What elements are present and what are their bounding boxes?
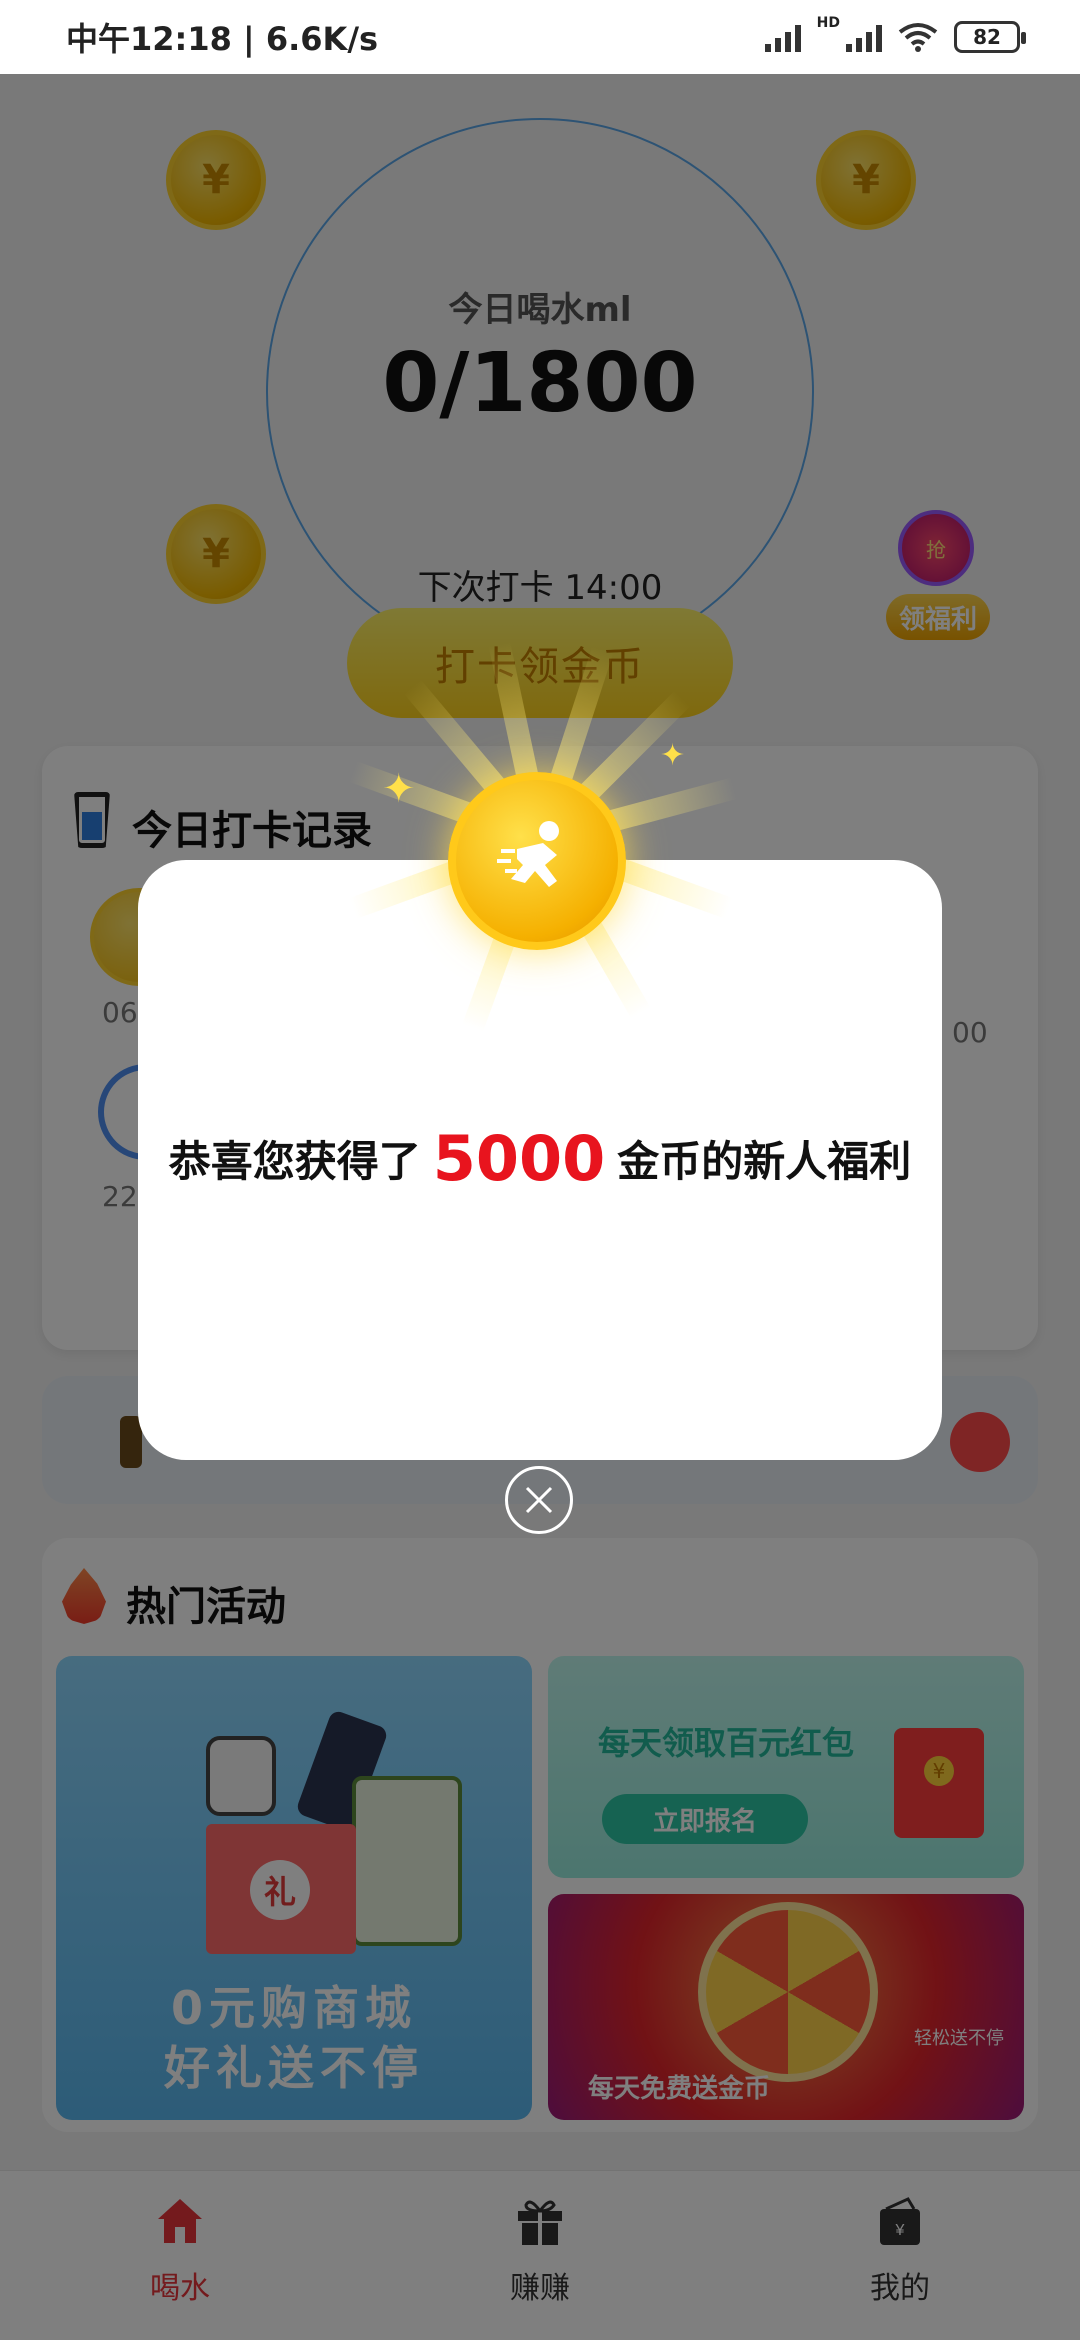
battery-indicator: 82 bbox=[954, 21, 1026, 53]
running-coin-icon bbox=[448, 772, 626, 950]
battery-level: 82 bbox=[973, 25, 1001, 49]
runner-icon bbox=[497, 821, 559, 887]
congrats-message: 恭喜您获得了 5000 金币的新人福利 bbox=[138, 1122, 942, 1195]
close-button[interactable] bbox=[505, 1466, 573, 1534]
status-icons: HD 82 bbox=[764, 15, 1026, 53]
hd-label: HD bbox=[816, 15, 840, 31]
reward-amount: 5000 bbox=[432, 1122, 606, 1195]
close-icon bbox=[525, 1486, 553, 1514]
congrats-prefix: 恭喜您获得了 bbox=[168, 1137, 421, 1186]
congrats-suffix: 金币的新人福利 bbox=[617, 1137, 912, 1186]
signal-icon-2 bbox=[846, 22, 882, 52]
sparkle-icon-right: ✦ bbox=[660, 738, 686, 773]
status-time: 中午12:18 | 6.6K/s bbox=[66, 20, 379, 58]
sparkle-icon-left: ✦ bbox=[382, 766, 416, 812]
signal-icon bbox=[764, 22, 801, 52]
wifi-icon bbox=[898, 23, 938, 52]
status-bar: 中午12:18 | 6.6K/s HD 82 bbox=[0, 0, 1080, 74]
